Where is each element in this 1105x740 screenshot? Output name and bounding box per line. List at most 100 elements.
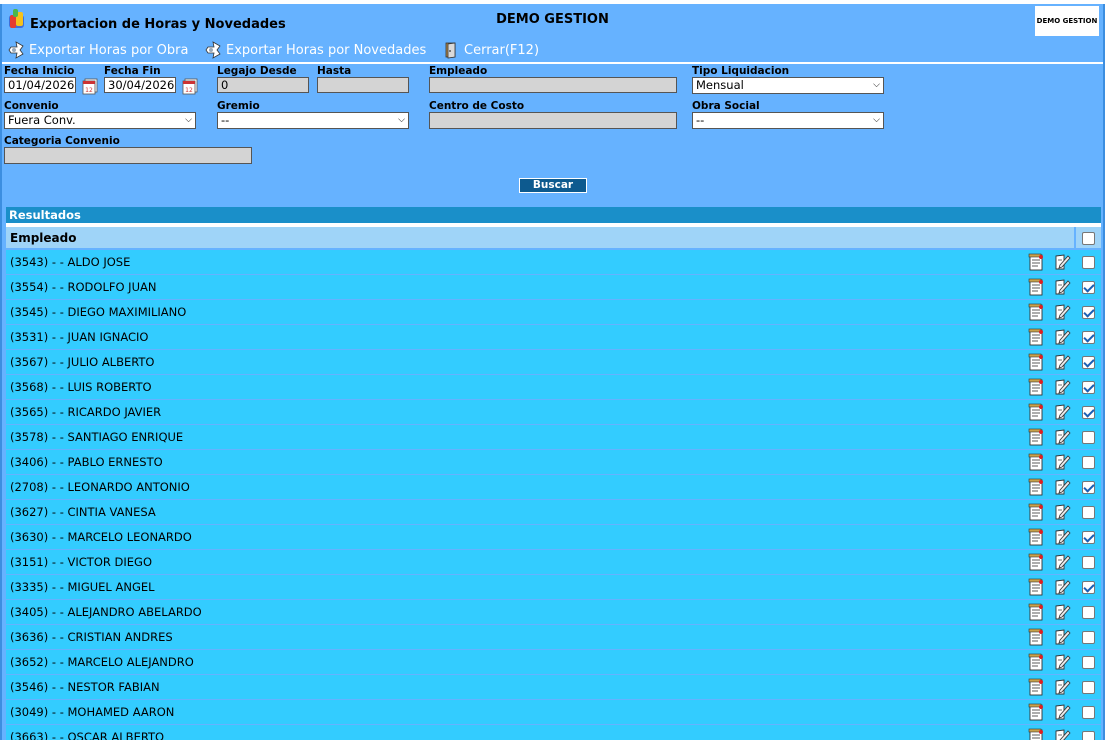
row-checkbox[interactable]	[1082, 481, 1095, 494]
edit-icon[interactable]	[1052, 678, 1072, 696]
detail-report-icon[interactable]	[1026, 653, 1046, 671]
detail-report-icon[interactable]	[1026, 528, 1046, 546]
table-row[interactable]: (3405) - - ALEJANDRO ABELARDO	[6, 600, 1101, 625]
edit-icon[interactable]	[1052, 553, 1072, 571]
edit-icon[interactable]	[1052, 653, 1072, 671]
tipo-liquidacion-select[interactable]: Mensual ⌵	[692, 77, 884, 94]
row-checkbox[interactable]	[1082, 631, 1095, 644]
edit-icon[interactable]	[1052, 603, 1072, 621]
edit-icon[interactable]	[1052, 503, 1072, 521]
table-row[interactable]: (3652) - - MARCELO ALEJANDRO	[6, 650, 1101, 675]
table-row[interactable]: (3567) - - JULIO ALBERTO	[6, 350, 1101, 375]
chevron-down-icon: ⌵	[873, 115, 880, 125]
edit-icon[interactable]	[1052, 403, 1072, 421]
table-row[interactable]: (3568) - - LUIS ROBERTO	[6, 375, 1101, 400]
table-row[interactable]: (3531) - - JUAN IGNACIO	[6, 325, 1101, 350]
detail-report-icon[interactable]	[1026, 353, 1046, 371]
edit-icon[interactable]	[1052, 328, 1072, 346]
edit-icon[interactable]	[1052, 478, 1072, 496]
fecha-fin-input[interactable]: 30/04/2026	[104, 77, 176, 93]
table-row[interactable]: (3636) - - CRISTIAN ANDRES	[6, 625, 1101, 650]
table-row[interactable]: (3627) - - CINTIA VANESA	[6, 500, 1101, 525]
table-row[interactable]: (3565) - - RICARDO JAVIER	[6, 400, 1101, 425]
row-checkbox[interactable]	[1082, 256, 1095, 269]
close-button[interactable]: Cerrar(F12)	[442, 41, 539, 59]
row-checkbox[interactable]	[1082, 531, 1095, 544]
row-checkbox[interactable]	[1082, 356, 1095, 369]
edit-icon[interactable]	[1052, 703, 1072, 721]
edit-icon[interactable]	[1052, 578, 1072, 596]
table-row[interactable]: (3630) - - MARCELO LEONARDO	[6, 525, 1101, 550]
search-button[interactable]: Buscar	[519, 178, 587, 193]
table-row[interactable]: (3545) - - DIEGO MAXIMILIANO	[6, 300, 1101, 325]
export-by-news-button[interactable]: Exportar Horas por Novedades	[204, 41, 426, 59]
row-checkbox[interactable]	[1082, 456, 1095, 469]
edit-icon[interactable]	[1052, 453, 1072, 471]
employee-name: (2708) - - LEONARDO ANTONIO	[10, 480, 190, 494]
table-row[interactable]: (3406) - - PABLO ERNESTO	[6, 450, 1101, 475]
select-all-checkbox[interactable]	[1082, 232, 1095, 245]
edit-icon[interactable]	[1052, 353, 1072, 371]
calendar-icon[interactable]: 12	[80, 75, 100, 95]
row-checkbox[interactable]	[1082, 606, 1095, 619]
table-row[interactable]: (3543) - - ALDO JOSE	[6, 250, 1101, 275]
edit-icon[interactable]	[1052, 528, 1072, 546]
detail-report-icon[interactable]	[1026, 328, 1046, 346]
table-row[interactable]: (3546) - - NESTOR FABIAN	[6, 675, 1101, 700]
detail-report-icon[interactable]	[1026, 578, 1046, 596]
row-checkbox[interactable]	[1082, 581, 1095, 594]
edit-icon[interactable]	[1052, 278, 1072, 296]
detail-report-icon[interactable]	[1026, 453, 1046, 471]
detail-report-icon[interactable]	[1026, 378, 1046, 396]
table-row[interactable]: (3049) - - MOHAMED AARON	[6, 700, 1101, 725]
detail-report-icon[interactable]	[1026, 728, 1046, 740]
detail-report-icon[interactable]	[1026, 278, 1046, 296]
detail-report-icon[interactable]	[1026, 428, 1046, 446]
edit-icon[interactable]	[1052, 628, 1072, 646]
detail-report-icon[interactable]	[1026, 628, 1046, 646]
hasta-input[interactable]	[317, 77, 409, 93]
edit-icon[interactable]	[1052, 303, 1072, 321]
detail-report-icon[interactable]	[1026, 503, 1046, 521]
row-checkbox[interactable]	[1082, 331, 1095, 344]
detail-report-icon[interactable]	[1026, 603, 1046, 621]
detail-report-icon[interactable]	[1026, 703, 1046, 721]
table-row[interactable]: (3578) - - SANTIAGO ENRIQUE	[6, 425, 1101, 450]
table-row[interactable]: (2708) - - LEONARDO ANTONIO	[6, 475, 1101, 500]
table-row[interactable]: (3335) - - MIGUEL ANGEL	[6, 575, 1101, 600]
table-row[interactable]: (3151) - - VICTOR DIEGO	[6, 550, 1101, 575]
detail-report-icon[interactable]	[1026, 303, 1046, 321]
row-checkbox[interactable]	[1082, 656, 1095, 669]
row-checkbox[interactable]	[1082, 431, 1095, 444]
detail-report-icon[interactable]	[1026, 678, 1046, 696]
row-checkbox[interactable]	[1082, 706, 1095, 719]
calendar-icon[interactable]: 12	[180, 75, 200, 95]
edit-icon[interactable]	[1052, 728, 1072, 740]
row-checkbox[interactable]	[1082, 381, 1095, 394]
table-row[interactable]: (3554) - - RODOLFO JUAN	[6, 275, 1101, 300]
obra-social-select[interactable]: -- ⌵	[692, 112, 884, 129]
edit-icon[interactable]	[1052, 253, 1072, 271]
row-checkbox[interactable]	[1082, 306, 1095, 319]
convenio-select[interactable]: Fuera Conv. ⌵	[4, 112, 196, 129]
export-by-work-button[interactable]: Exportar Horas por Obra	[7, 41, 188, 59]
detail-report-icon[interactable]	[1026, 253, 1046, 271]
edit-icon[interactable]	[1052, 428, 1072, 446]
gremio-select[interactable]: -- ⌵	[217, 112, 409, 129]
edit-icon[interactable]	[1052, 378, 1072, 396]
detail-report-icon[interactable]	[1026, 403, 1046, 421]
row-checkbox[interactable]	[1082, 406, 1095, 419]
legajo-desde-input[interactable]: 0	[217, 77, 309, 93]
detail-report-icon[interactable]	[1026, 478, 1046, 496]
fecha-inicio-input[interactable]: 01/04/2026	[4, 77, 76, 93]
row-checkbox[interactable]	[1082, 731, 1095, 740]
row-checkbox[interactable]	[1082, 556, 1095, 569]
row-checkbox[interactable]	[1082, 681, 1095, 694]
row-checkbox[interactable]	[1082, 506, 1095, 519]
categoria-convenio-input[interactable]	[4, 147, 252, 164]
centro-costo-input[interactable]	[429, 112, 677, 129]
row-checkbox[interactable]	[1082, 281, 1095, 294]
empleado-input[interactable]	[429, 77, 677, 93]
detail-report-icon[interactable]	[1026, 553, 1046, 571]
table-row[interactable]: (3663) - - OSCAR ALBERTO	[6, 725, 1101, 740]
